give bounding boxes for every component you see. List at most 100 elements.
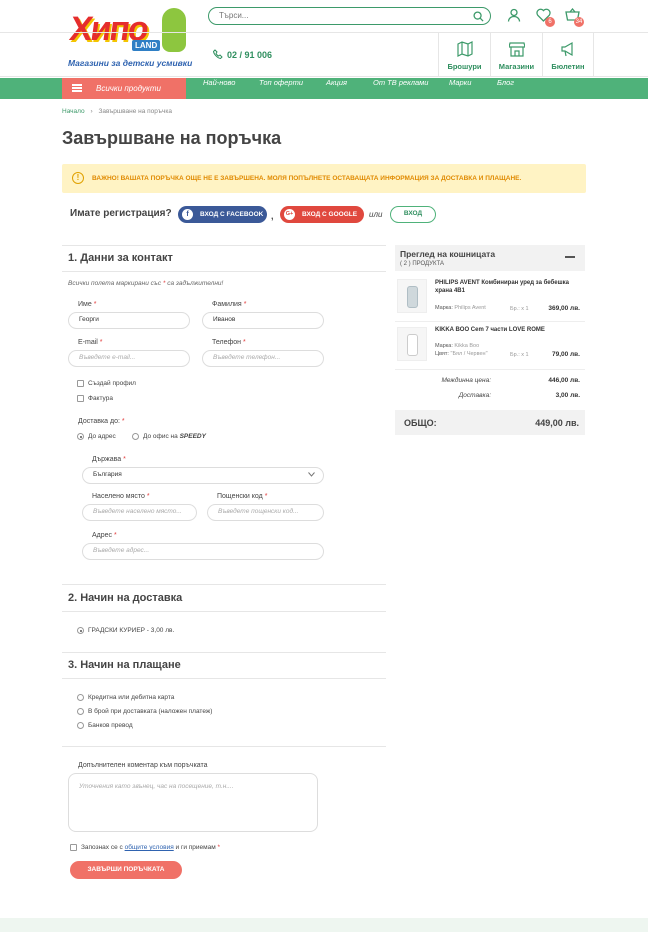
nav-item-new[interactable]: Най-ново xyxy=(203,78,235,99)
nav-item-top-offers[interactable]: Топ оферти xyxy=(259,78,303,99)
mascot-icon xyxy=(162,8,186,52)
product-brand-value: Philips Avent xyxy=(454,305,486,311)
product-name[interactable]: KIKKA BOO Cem 7 части LOVE ROME xyxy=(435,326,583,334)
last-name-field[interactable]: Иванов xyxy=(202,312,324,329)
phone-number[interactable]: 02 / 91 006 xyxy=(213,49,273,60)
email-field[interactable]: Въведете e-mail... xyxy=(68,350,190,367)
comment-textarea[interactable]: Уточнения като звънец, час на посещение,… xyxy=(68,773,318,832)
required-star: * xyxy=(99,339,103,346)
login-button[interactable]: ВХОД xyxy=(390,206,436,223)
first-name-label-text: Име xyxy=(78,301,92,308)
payment-card-label: Кредитна или дебитна карта xyxy=(88,694,175,701)
section-divider xyxy=(62,271,386,272)
payment-card-radio[interactable] xyxy=(77,694,84,701)
create-profile-checkbox[interactable] xyxy=(77,380,84,387)
registration-comma: , xyxy=(271,211,274,221)
section-divider xyxy=(62,245,386,246)
breadcrumb-home[interactable]: Начало xyxy=(62,108,85,115)
tile-brochures[interactable]: Брошури xyxy=(438,32,490,77)
product-color: Цвят: "Бял / Червен" xyxy=(435,351,488,357)
product-image[interactable] xyxy=(397,279,427,313)
cart-divider xyxy=(395,369,585,370)
product-price: 79,00 лв. xyxy=(551,351,580,358)
payment-bank-radio[interactable] xyxy=(77,722,84,729)
terms-text: Запознах се с общите условия и ги приема… xyxy=(81,844,220,851)
postcode-label: Пощенски код * xyxy=(217,493,267,500)
postcode-field[interactable]: Въведете пощенски код... xyxy=(207,504,324,521)
search-icon[interactable] xyxy=(473,11,484,22)
user-icon[interactable] xyxy=(507,8,521,22)
product-name[interactable]: PHILIPS AVENT Комбиниран уред за бебешка… xyxy=(435,279,583,295)
required-star: * xyxy=(243,301,247,308)
city-field[interactable]: Въведете населено място... xyxy=(82,504,197,521)
cart-header[interactable]: Преглед на кошницата ( 2 ) ПРОДУКТА xyxy=(395,245,585,271)
nav-item-brands[interactable]: Марки xyxy=(449,78,471,99)
nav-item-blog[interactable]: Блог xyxy=(497,78,514,99)
tile-stores[interactable]: Магазини xyxy=(490,32,542,77)
site-header: Хипо LAND Магазини за детски усмивки 6 3… xyxy=(0,0,648,77)
delivery-to-text: Доставка до: xyxy=(78,418,120,425)
required-star: * xyxy=(243,339,246,346)
shipping-courier-radio[interactable] xyxy=(77,627,84,634)
postcode-label-text: Пощенски код xyxy=(217,493,263,500)
tile-label: Брошури xyxy=(447,62,482,71)
facebook-login-button[interactable]: f ВХОД С FACEBOOK xyxy=(178,206,267,223)
tile-newsletter[interactable]: Бюлетин xyxy=(542,32,594,77)
nav-item-tv[interactable]: От ТВ реклами xyxy=(373,78,428,99)
search-box[interactable] xyxy=(208,7,491,25)
payment-cod-radio[interactable] xyxy=(77,708,84,715)
order-total: ОБЩО: 449,00 лв. xyxy=(395,410,585,435)
subtotal-value: 446,00 лв. xyxy=(548,377,580,384)
tile-label: Бюлетин xyxy=(551,62,585,71)
phone-label-text: Телефон xyxy=(212,339,242,346)
delivery-address-radio[interactable] xyxy=(77,433,84,440)
country-select[interactable]: България xyxy=(82,467,324,484)
required-star: * xyxy=(114,532,117,539)
cart-divider xyxy=(395,321,585,322)
logo[interactable]: Хипо LAND Магазини за детски усмивки xyxy=(66,6,192,70)
phone-field[interactable]: Въведете телефон... xyxy=(202,350,324,367)
google-login-button[interactable]: G+ ВХОД С GOOGLE xyxy=(280,206,364,223)
required-star: * xyxy=(146,493,150,500)
product-image[interactable] xyxy=(397,327,427,361)
registration-or: или xyxy=(369,210,383,219)
logo-tagline: Магазини за детски усмивки xyxy=(68,58,193,68)
required-note-prefix: Всички полета маркирани със xyxy=(68,280,162,287)
all-products-button[interactable]: Всички продукти xyxy=(62,78,186,99)
footer-strip xyxy=(0,918,648,932)
shipping-heading: 2. Начин на доставка xyxy=(68,592,183,604)
collapse-icon[interactable] xyxy=(565,256,575,258)
first-name-field[interactable]: Георги xyxy=(68,312,190,329)
search-input[interactable] xyxy=(219,11,459,20)
delivery-office-label: До офис на SPEEDY xyxy=(143,433,206,440)
contact-heading: 1. Данни за контакт xyxy=(68,252,173,264)
invoice-checkbox[interactable] xyxy=(77,395,84,402)
product-color-label: Цвят: xyxy=(435,351,449,357)
delivery-value: 3,00 лв. xyxy=(555,392,580,399)
delivery-office-radio[interactable] xyxy=(132,433,139,440)
address-field[interactable]: Въведете адрес... xyxy=(82,543,324,560)
submit-order-button[interactable]: ЗАВЪРШИ ПОРЪЧКАТА xyxy=(70,861,182,879)
payment-heading: 3. Начин на плащане xyxy=(68,659,181,671)
email-label: E-mail * xyxy=(78,339,103,346)
page-title: Завършване на поръчка xyxy=(62,128,282,148)
required-star: * xyxy=(162,280,166,287)
required-star: * xyxy=(93,301,97,308)
registration-question: Имате регистрация? xyxy=(70,208,172,219)
section-divider xyxy=(62,611,386,612)
required-note: Всички полета маркирани със * са задължи… xyxy=(68,280,223,287)
phone-text: 02 / 91 006 xyxy=(227,50,273,60)
nav-item-promo[interactable]: Акция xyxy=(326,78,347,99)
terms-link[interactable]: общите условия xyxy=(125,844,174,851)
product-shape xyxy=(407,286,418,308)
product-brand: Марка: Philips Avent xyxy=(435,305,486,311)
shipping-courier-label: ГРАДСКИ КУРИЕР - 3,00 лв. xyxy=(88,627,175,634)
required-star: * xyxy=(121,418,125,425)
speedy-brand: SPEEDY xyxy=(179,433,206,440)
all-products-label: Всички продукти xyxy=(96,84,161,93)
terms-checkbox[interactable] xyxy=(70,844,77,851)
warning-banner: ! ВАЖНО! ВАШАТА ПОРЪЧКА ОЩЕ НЕ Е ЗАВЪРШЕ… xyxy=(62,164,586,193)
store-icon xyxy=(508,42,525,57)
required-star: * xyxy=(264,493,268,500)
delivery-to-label: Доставка до: * xyxy=(78,418,125,425)
